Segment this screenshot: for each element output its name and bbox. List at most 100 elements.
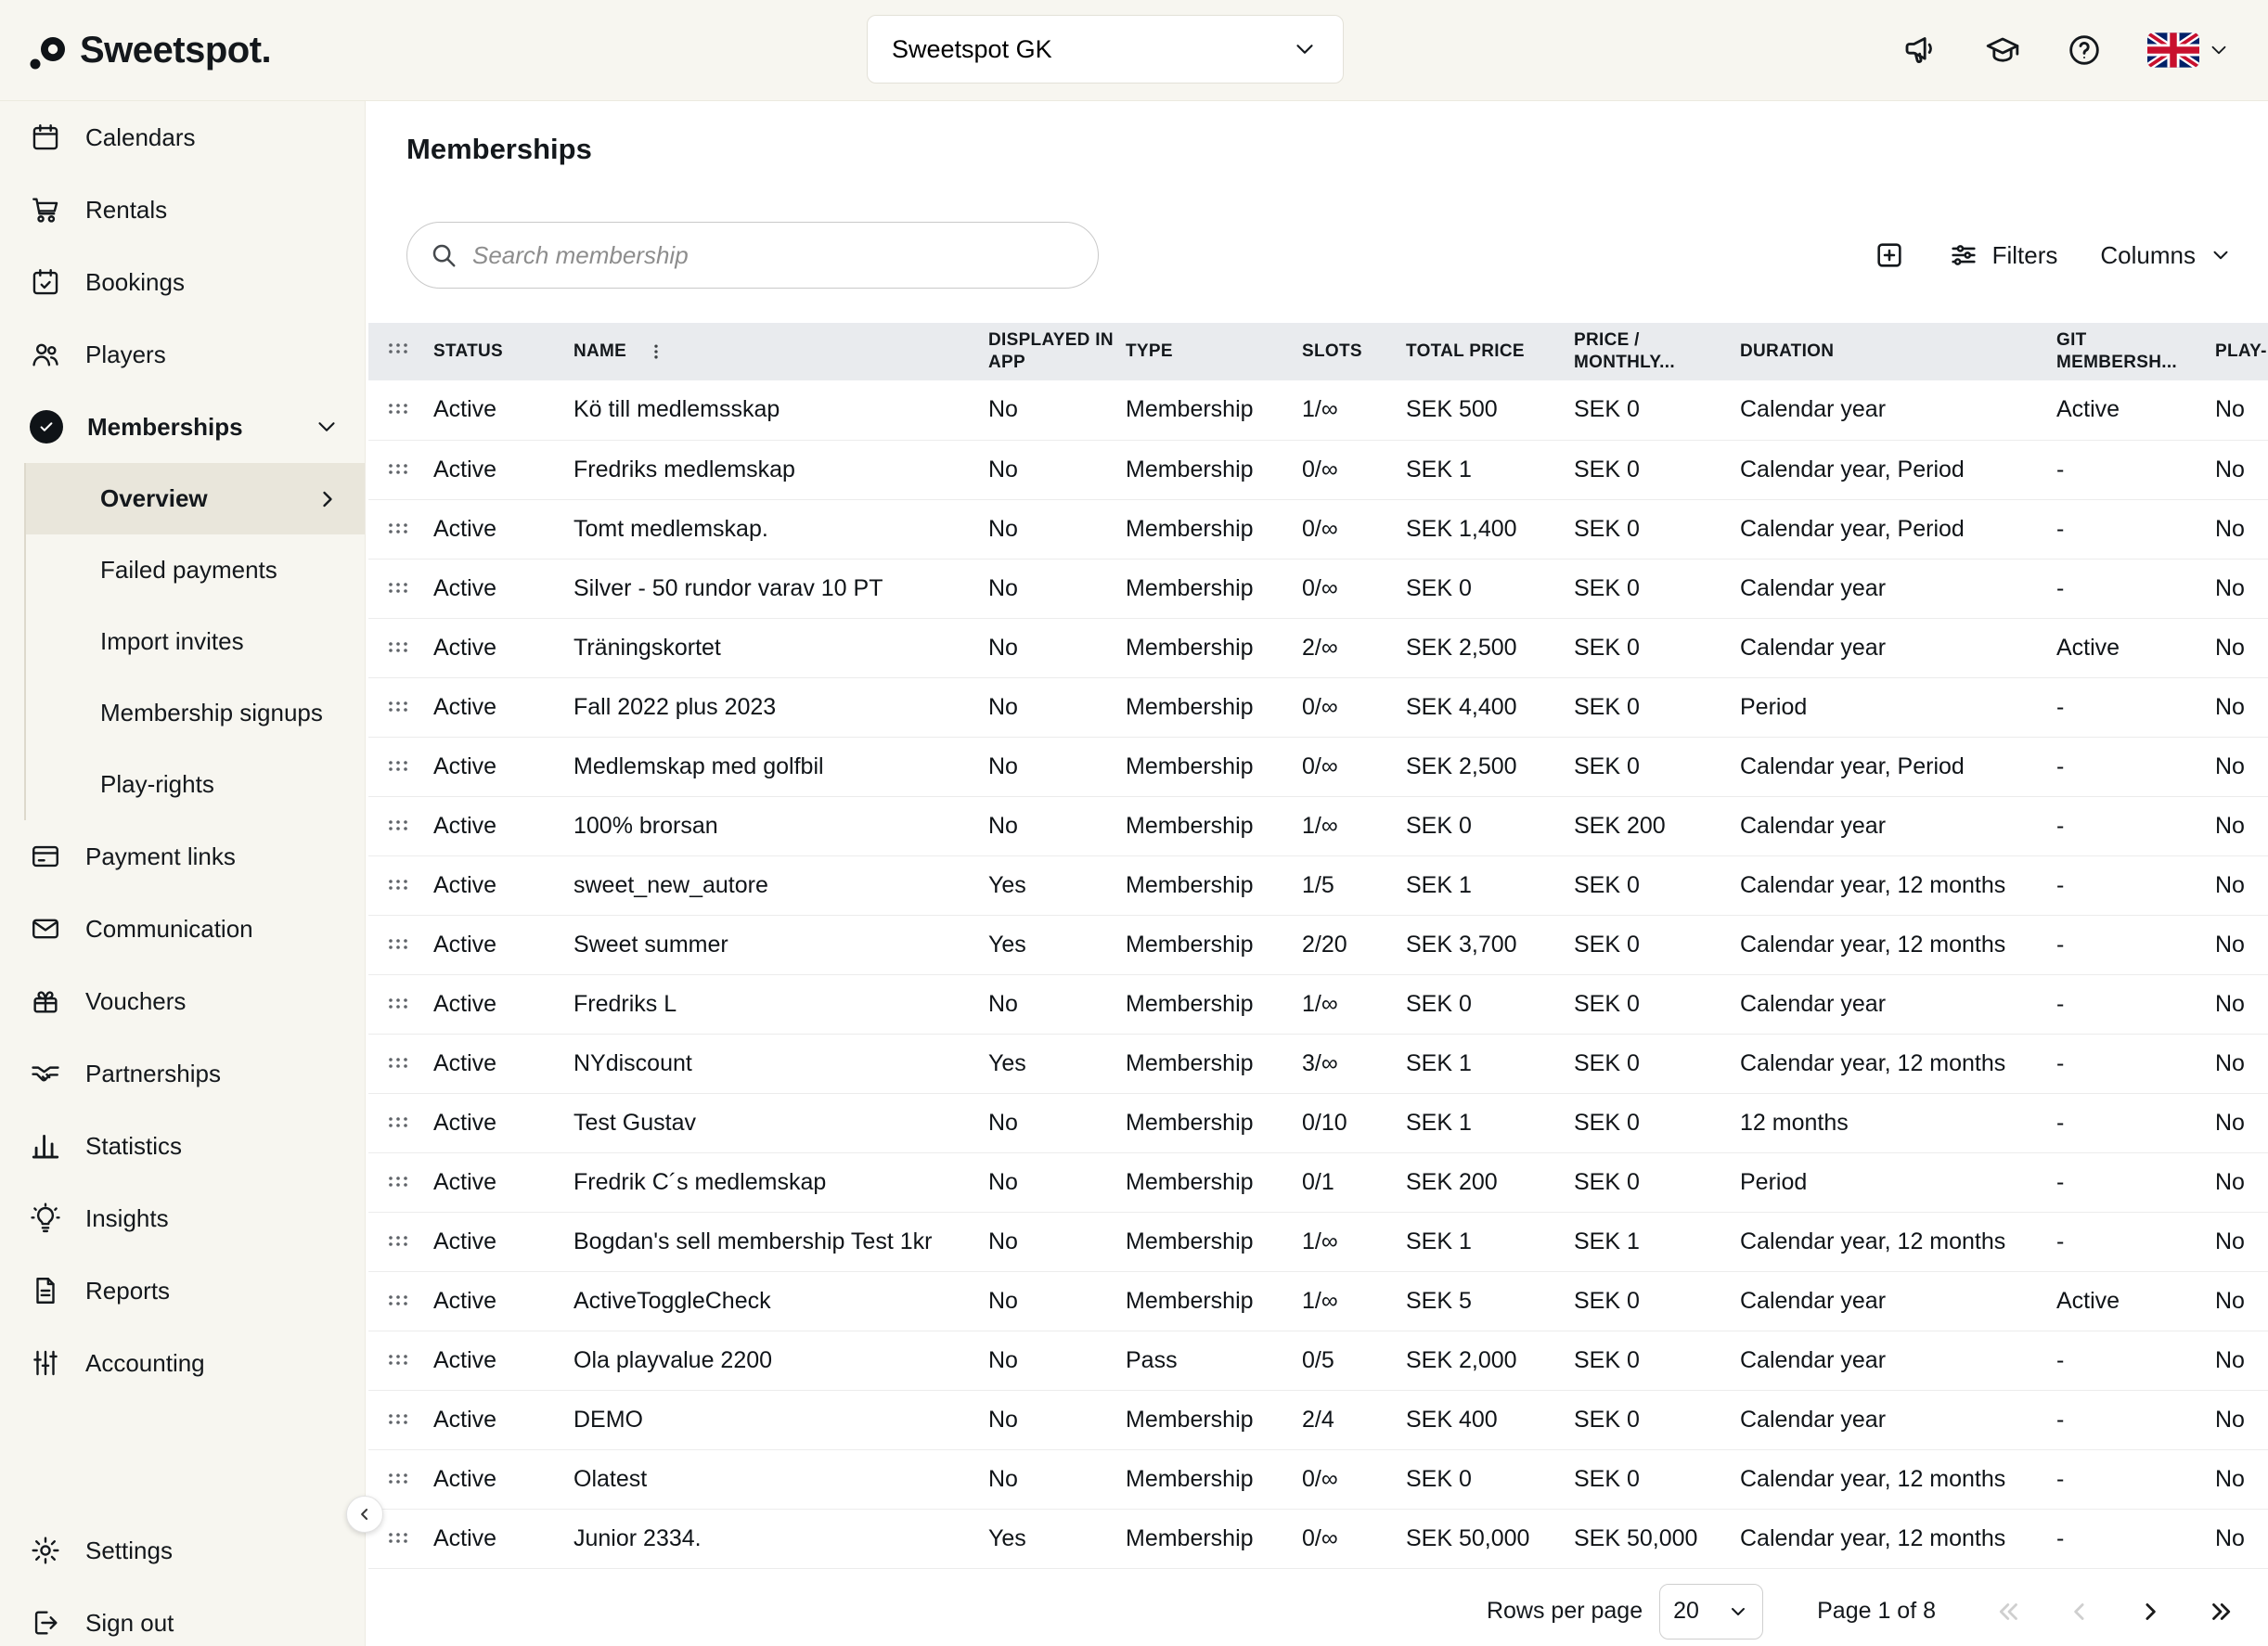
sidebar-item-partnerships[interactable]: Partnerships xyxy=(0,1037,365,1110)
cell-name[interactable]: Sweet summer xyxy=(573,915,988,974)
rows-per-page-select[interactable]: 20 xyxy=(1659,1584,1763,1640)
table-row[interactable]: Active 100% brorsan No Membership 1/∞ SE… xyxy=(368,796,2268,855)
cell-name[interactable]: Fall 2022 plus 2023 xyxy=(573,677,988,737)
sidebar-item-players[interactable]: Players xyxy=(0,318,365,391)
first-page-icon[interactable] xyxy=(1995,1598,2023,1626)
col-header-name[interactable]: NAME xyxy=(573,323,988,380)
table-row[interactable]: Active Ola playvalue 2200 No Pass 0/5 SE… xyxy=(368,1331,2268,1390)
table-row[interactable]: Active Silver - 50 rundor varav 10 PT No… xyxy=(368,559,2268,618)
cell-name[interactable]: Medlemskap med golfbil xyxy=(573,737,988,796)
table-row[interactable]: Active sweet_new_autore Yes Membership 1… xyxy=(368,855,2268,915)
cell-name[interactable]: ActiveToggleCheck xyxy=(573,1271,988,1331)
table-row[interactable]: Active DEMO No Membership 2/4 SEK 400 SE… xyxy=(368,1390,2268,1449)
sidebar-subitem-overview[interactable]: Overview xyxy=(26,463,365,534)
cell-name[interactable]: Ola playvalue 2200 xyxy=(573,1331,988,1390)
col-header-git-membership[interactable]: GIT MEMBERSH... xyxy=(2056,323,2215,380)
club-selector-dropdown[interactable]: Sweetspot GK xyxy=(867,15,1344,84)
sidebar-item-sign-out[interactable]: Sign out xyxy=(0,1587,365,1646)
cell-name[interactable]: DEMO xyxy=(573,1390,988,1449)
column-menu-icon[interactable] xyxy=(647,342,665,361)
last-page-icon[interactable] xyxy=(2207,1598,2235,1626)
table-row[interactable]: Active Fredriks L No Membership 1/∞ SEK … xyxy=(368,974,2268,1034)
row-drag-handle-icon[interactable] xyxy=(368,1034,433,1093)
filters-button[interactable]: Filters xyxy=(1948,239,2058,271)
sidebar-subitem-membership-signups[interactable]: Membership signups xyxy=(26,677,365,749)
cell-name[interactable]: Fredriks medlemskap xyxy=(573,440,988,499)
help-icon[interactable] xyxy=(2066,32,2103,69)
table-row[interactable]: Active Junior 2334. Yes Membership 0/∞ S… xyxy=(368,1509,2268,1568)
table-row[interactable]: Active Fredrik C´s medlemskap No Members… xyxy=(368,1152,2268,1212)
add-membership-button[interactable] xyxy=(1874,239,1905,271)
sidebar-item-accounting[interactable]: Accounting xyxy=(0,1327,365,1399)
row-drag-handle-icon[interactable] xyxy=(368,618,433,677)
col-header-play-right[interactable]: PLAY-RIGHT... xyxy=(2215,323,2268,380)
next-page-icon[interactable] xyxy=(2136,1598,2164,1626)
col-header-type[interactable]: TYPE xyxy=(1126,323,1302,380)
table-row[interactable]: Active Test Gustav No Membership 0/10 SE… xyxy=(368,1093,2268,1152)
row-drag-handle-icon[interactable] xyxy=(368,1390,433,1449)
table-row[interactable]: Active Bogdan's sell membership Test 1kr… xyxy=(368,1212,2268,1271)
table-row[interactable]: Active Medlemskap med golfbil No Members… xyxy=(368,737,2268,796)
col-header-slots[interactable]: SLOTS xyxy=(1302,323,1406,380)
table-row[interactable]: Active Träningskortet No Membership 2/∞ … xyxy=(368,618,2268,677)
row-drag-handle-icon[interactable] xyxy=(368,440,433,499)
cell-name[interactable]: Fredriks L xyxy=(573,974,988,1034)
row-drag-handle-icon[interactable] xyxy=(368,915,433,974)
row-drag-handle-icon[interactable] xyxy=(368,855,433,915)
cell-name[interactable]: Kö till medlemsskap xyxy=(573,380,988,440)
cell-name[interactable]: Fredrik C´s medlemskap xyxy=(573,1152,988,1212)
sidebar-item-calendars[interactable]: Calendars xyxy=(0,101,365,174)
columns-button[interactable]: Columns xyxy=(2100,241,2233,270)
col-header-duration[interactable]: DURATION xyxy=(1740,323,2056,380)
col-header-displayed-in-app[interactable]: DISPLAYED IN APP xyxy=(988,323,1126,380)
sidebar-item-payment-links[interactable]: Payment links xyxy=(0,820,365,893)
table-row[interactable]: Active Olatest No Membership 0/∞ SEK 0 S… xyxy=(368,1449,2268,1509)
sidebar-item-reports[interactable]: Reports xyxy=(0,1254,365,1327)
sidebar-item-settings[interactable]: Settings xyxy=(0,1514,365,1587)
cell-name[interactable]: Junior 2334. xyxy=(573,1509,988,1568)
sidebar-subitem-play-rights[interactable]: Play-rights xyxy=(26,749,365,820)
cell-name[interactable]: Träningskortet xyxy=(573,618,988,677)
row-drag-handle-icon[interactable] xyxy=(368,1212,433,1271)
row-drag-handle-icon[interactable] xyxy=(368,1093,433,1152)
table-row[interactable]: Active Sweet summer Yes Membership 2/20 … xyxy=(368,915,2268,974)
row-drag-handle-icon[interactable] xyxy=(368,499,433,559)
table-row[interactable]: Active Fredriks medlemskap No Membership… xyxy=(368,440,2268,499)
sidebar-item-communication[interactable]: Communication xyxy=(0,893,365,965)
sidebar-item-rentals[interactable]: Rentals xyxy=(0,174,365,246)
sidebar-item-statistics[interactable]: Statistics xyxy=(0,1110,365,1182)
cell-name[interactable]: Tomt medlemskap. xyxy=(573,499,988,559)
cell-name[interactable]: Olatest xyxy=(573,1449,988,1509)
sidebar-subitem-import-invites[interactable]: Import invites xyxy=(26,606,365,677)
row-drag-handle-icon[interactable] xyxy=(368,677,433,737)
language-selector[interactable] xyxy=(2147,32,2231,68)
table-row[interactable]: Active NYdiscount Yes Membership 3/∞ SEK… xyxy=(368,1034,2268,1093)
cell-name[interactable]: Silver - 50 rundor varav 10 PT xyxy=(573,559,988,618)
table-row[interactable]: Active ActiveToggleCheck No Membership 1… xyxy=(368,1271,2268,1331)
row-drag-handle-icon[interactable] xyxy=(368,796,433,855)
row-drag-handle-icon[interactable] xyxy=(368,1449,433,1509)
row-drag-handle-icon[interactable] xyxy=(368,1271,433,1331)
cell-name[interactable]: NYdiscount xyxy=(573,1034,988,1093)
col-header-price-monthly[interactable]: PRICE / MONTHLY... xyxy=(1574,323,1740,380)
cell-name[interactable]: Test Gustav xyxy=(573,1093,988,1152)
cell-name[interactable]: 100% brorsan xyxy=(573,796,988,855)
row-drag-handle-icon[interactable] xyxy=(368,559,433,618)
cell-name[interactable]: Bogdan's sell membership Test 1kr xyxy=(573,1212,988,1271)
row-drag-handle-icon[interactable] xyxy=(368,737,433,796)
table-row[interactable]: Active Fall 2022 plus 2023 No Membership… xyxy=(368,677,2268,737)
sidebar-item-bookings[interactable]: Bookings xyxy=(0,246,365,318)
collapse-sidebar-button[interactable] xyxy=(346,1496,383,1533)
previous-page-icon[interactable] xyxy=(2066,1598,2094,1626)
row-drag-handle-icon[interactable] xyxy=(368,1331,433,1390)
row-drag-handle-icon[interactable] xyxy=(368,1152,433,1212)
graduation-cap-icon[interactable] xyxy=(1984,32,2021,69)
row-drag-handle-icon[interactable] xyxy=(368,380,433,440)
sidebar-item-memberships[interactable]: Memberships xyxy=(0,391,365,463)
col-header-total-price[interactable]: TOTAL PRICE xyxy=(1406,323,1574,380)
table-row[interactable]: Active Kö till medlemsskap No Membership… xyxy=(368,380,2268,440)
search-input[interactable] xyxy=(472,241,1089,270)
sidebar-item-vouchers[interactable]: Vouchers xyxy=(0,965,365,1037)
row-drag-handle-icon[interactable] xyxy=(368,974,433,1034)
sidebar-item-insights[interactable]: Insights xyxy=(0,1182,365,1254)
